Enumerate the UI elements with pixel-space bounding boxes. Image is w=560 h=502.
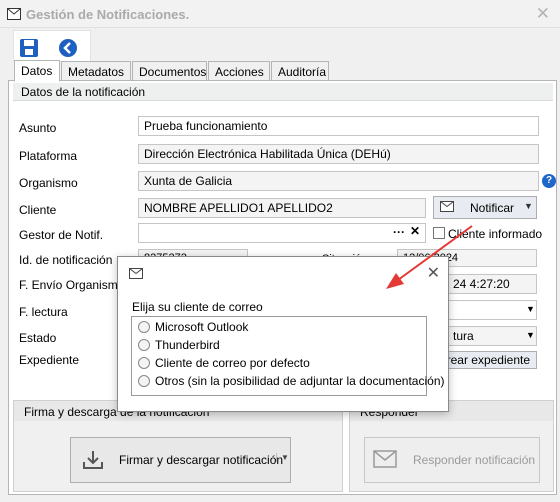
annotation-arrow <box>386 225 473 289</box>
